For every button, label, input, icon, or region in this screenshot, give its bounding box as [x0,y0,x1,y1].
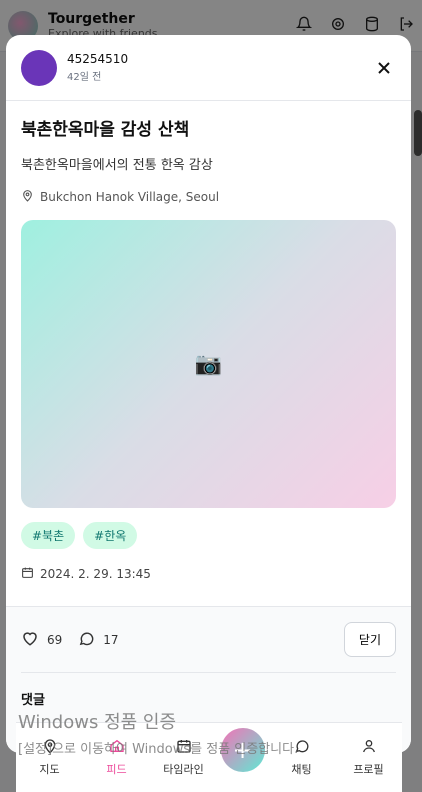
post-time: 42일 전 [67,72,102,83]
nav-item-profile[interactable]: 프로필 [339,738,399,777]
post-photo[interactable]: 📷 [21,220,396,508]
camera-icon: 📷 [194,351,223,377]
avatar [21,49,57,86]
map-pin-icon [21,189,34,205]
nav-label: 지도 [39,763,60,776]
nav-item-chat[interactable]: 채팅 [272,738,332,777]
plus-icon: + [232,735,253,764]
nav-label: 타임라인 [163,763,204,776]
tag[interactable]: #북촌 [21,522,76,549]
post-description: 북촌한옥마을에서의 전통 한옥 감상 [21,158,213,173]
nav-item-timeline[interactable]: 타임라인 [154,738,214,777]
post-detail-modal: 45254510 42일 전 북촌한옥마을 감성 산책 북촌한옥마을에서의 전통… [6,35,411,753]
nav-item-map[interactable]: 지도 [20,738,80,777]
user-icon [361,738,377,757]
create-post-button[interactable]: + [220,727,265,772]
location: Bukchon Hanok Village, Seoul [21,189,396,205]
bottom-nav: 지도 피드 타임라인 + 채팅 프로필 [16,722,402,792]
calendar-icon [176,738,192,757]
comment-button[interactable]: 17 [78,630,119,650]
close-icon[interactable] [372,56,396,80]
action-bar: 69 17 닫기 [21,607,396,673]
calendar-icon [21,566,34,582]
like-count: 69 [47,632,63,647]
chat-icon [294,738,310,757]
comment-count: 17 [103,632,119,647]
tag[interactable]: #한옥 [83,522,138,549]
nav-label: 피드 [106,763,127,776]
close-button[interactable]: 닫기 [343,622,396,657]
post-title: 북촌한옥마을 감성 산책 [21,120,190,140]
like-button[interactable]: 69 [21,629,62,650]
post-body: 북촌한옥마을 감성 산책 북촌한옥마을에서의 전통 한옥 감상 Bukchon … [6,101,411,582]
home-icon [109,738,125,757]
post-date: 2024. 2. 29. 13:45 [21,566,396,582]
map-pin-icon [42,738,58,757]
heart-icon [21,629,39,650]
comment-icon [78,630,95,650]
nav-item-feed[interactable]: 피드 [87,738,147,777]
nav-label: 채팅 [291,763,312,776]
date-text: 2024. 2. 29. 13:45 [40,567,151,581]
nav-label: 프로필 [353,763,384,776]
comments-heading: 댓글 [21,693,45,708]
author-name: 45254510 [67,52,129,66]
modal-header: 45254510 42일 전 [6,35,411,101]
tag-list: #북촌 #한옥 [21,522,396,549]
location-text: Bukchon Hanok Village, Seoul [40,190,220,204]
